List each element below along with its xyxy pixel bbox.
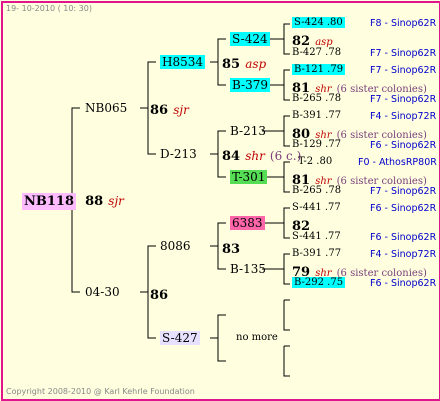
gen2-year-1: 85 asp — [222, 57, 267, 72]
gen3-node-2[interactable]: B-379 — [230, 78, 270, 92]
gen4-row-9[interactable]: S-441 .77 — [292, 203, 341, 213]
gen1-node-2[interactable]: 04-30 — [85, 286, 120, 298]
gen4-right-5: F4 - Sinop72R — [370, 111, 437, 122]
root-year: 88 — [85, 194, 104, 209]
gen4-row-12[interactable]: B-292 .75 — [292, 277, 346, 288]
gen4-right-11: F4 - Sinop72R — [370, 249, 437, 260]
gen4-row-7[interactable]: T-2 .80 — [298, 157, 332, 167]
gen4-right-3: F7 - Sinop62R — [370, 65, 437, 76]
gen4-year-1: 82 asp — [292, 34, 333, 49]
gen4-row-10[interactable]: S-441 .77 — [292, 232, 341, 242]
gen4-row-1[interactable]: S-424 .80 — [292, 17, 345, 28]
gen2-node-4[interactable]: S-427 — [160, 331, 200, 345]
gen4-row-3[interactable]: B-121 .79 — [292, 64, 346, 75]
gen4-row-11[interactable]: B-391 .77 — [292, 249, 341, 259]
gen4-right-9: F6 - Sinop62R — [370, 203, 437, 214]
gen3-node-3[interactable]: B-213 — [230, 125, 266, 137]
gen4-right-12: F6 - Sinop62R — [370, 278, 437, 289]
no-more-label: no more — [236, 332, 278, 343]
gen4-right-10: F6 - Sinop62R — [370, 232, 437, 243]
gen2-year-2: 84 shr (6 c.) — [222, 149, 302, 164]
root-name[interactable]: NB118 — [22, 193, 77, 210]
gen2-year-3: 83 — [222, 242, 241, 257]
gen3-node-6[interactable]: B-135 — [230, 263, 266, 275]
root-node[interactable]: NB118 88 sjr — [22, 192, 124, 210]
gen2-node-3[interactable]: 8086 — [160, 240, 191, 252]
gen4-right-7: F0 - AthosRP80R — [358, 157, 437, 168]
gen4-right-2: F7 - Sinop62R — [370, 48, 437, 59]
gen1-year-1: 86 sjr — [150, 103, 189, 118]
gen4-right-8: F7 - Sinop62R — [370, 186, 437, 197]
gen4-row-5[interactable]: B-391 .77 — [292, 111, 341, 121]
gen1-year-2: 86 — [150, 288, 169, 303]
gen1-name-1[interactable]: NB065 — [85, 101, 127, 115]
gen2-node-2[interactable]: D-213 — [160, 148, 197, 160]
gen3-node-1[interactable]: S-424 — [230, 32, 270, 46]
copyright: Copyright 2008-2010 @ Karl Kehrle Founda… — [6, 387, 195, 396]
gen4-row-6[interactable]: B-129 .77 — [292, 140, 341, 150]
gen1-node-1[interactable]: NB065 — [85, 102, 127, 114]
date-stamp: 19- 10-2010 ( 10: 30) — [6, 4, 92, 13]
gen3-node-4[interactable]: T-301 — [230, 170, 268, 184]
gen1-name-2[interactable]: 04-30 — [85, 285, 120, 299]
gen4-row-2[interactable]: B-427 .78 — [292, 48, 341, 58]
gen4-row-4[interactable]: B-265 .78 — [292, 94, 341, 104]
gen4-row-8[interactable]: B-265 .78 — [292, 186, 341, 196]
gen4-right-6: F6 - Sinop62R — [370, 140, 437, 151]
gen4-right-4: F7 - Sinop62R — [370, 94, 437, 105]
gen2-node-1[interactable]: H8534 — [160, 55, 206, 69]
root-tag: sjr — [108, 194, 124, 208]
gen4-right-1: F8 - Sinop62R — [370, 18, 437, 29]
gen3-node-5[interactable]: 6383 — [230, 216, 265, 230]
